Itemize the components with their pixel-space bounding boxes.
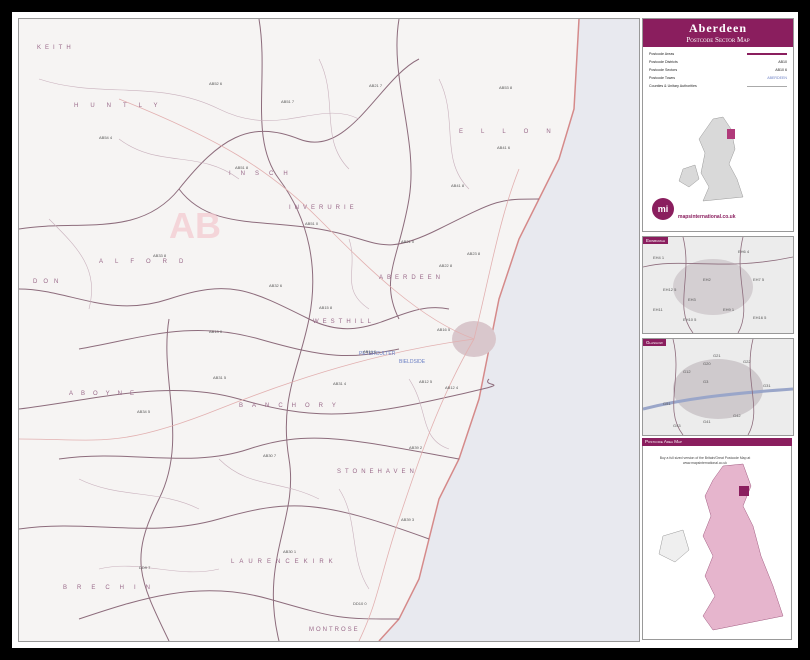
sector-label: AB15 8 bbox=[319, 305, 333, 310]
legend-swatch bbox=[747, 85, 787, 87]
sector-label: DD10 0 bbox=[353, 601, 367, 606]
region-don: DON bbox=[33, 279, 65, 285]
legend: Postcode Areas Postcode Districts AB10 Po… bbox=[643, 47, 793, 93]
inset-label: EH6 4 bbox=[738, 249, 750, 254]
area-map-promo: Buy a full sized version of the Britain/… bbox=[659, 456, 751, 465]
region-laurencekirk: LAURENCEKIRK bbox=[231, 559, 338, 565]
region-huntly: HUNTLY bbox=[74, 103, 170, 109]
region-keith: KEITH bbox=[37, 45, 75, 51]
legend-sample: AB10 bbox=[778, 60, 787, 64]
inset-label: G22 bbox=[743, 359, 751, 364]
inset-label: EH12 5 bbox=[663, 287, 677, 292]
legend-row: Postcode Towns ABERDEEN bbox=[649, 74, 787, 82]
legend-row: Postcode Sectors AB10 6 bbox=[649, 66, 787, 74]
sector-label: AB13 0 bbox=[209, 329, 223, 334]
inset-label: EH10 5 bbox=[683, 317, 697, 322]
sector-label: AB39 3 bbox=[401, 517, 415, 522]
legend-label: Postcode Towns bbox=[649, 76, 676, 80]
inset-label: G42 bbox=[733, 413, 741, 418]
inset-label: G3 bbox=[703, 379, 709, 384]
region-brechin: BRECHIN bbox=[63, 585, 161, 591]
sector-label: AB51 7 bbox=[281, 99, 295, 104]
sector-label: AB32 6 bbox=[269, 283, 283, 288]
sector-label: AB21 7 bbox=[369, 83, 383, 88]
legend-label: Postcode Districts bbox=[649, 60, 678, 64]
sector-label: AB23 8 bbox=[467, 251, 481, 256]
legend-label: Counties & Unitary Authorities bbox=[649, 84, 697, 88]
inset-edinburgh[interactable]: Edinburgh EH4 1 EH6 4 EH7 5 EH12 5 EH2 E… bbox=[642, 236, 794, 334]
region-ellon: ELLON bbox=[459, 129, 569, 135]
sector-label: AB16 5 bbox=[437, 327, 451, 332]
sector-label: AB30 1 bbox=[283, 549, 297, 554]
legend-swatch bbox=[747, 53, 787, 55]
town-bieldside: BIELDSIDE bbox=[399, 359, 426, 365]
inset-label: EH2 bbox=[703, 277, 711, 282]
inset-label: EH9 1 bbox=[723, 307, 735, 312]
main-map[interactable]: AB KEITH HUNTLY INSCH INVERURIE ELLON AL… bbox=[18, 18, 640, 642]
sector-label: AB53 8 bbox=[499, 85, 513, 90]
inset-label: G12 bbox=[683, 369, 691, 374]
region-montrose: MONTROSE bbox=[309, 627, 360, 633]
legend-label: Postcode Sectors bbox=[649, 68, 678, 72]
legend-sample: ABERDEEN bbox=[767, 76, 787, 80]
sector-label: AB12 5 bbox=[419, 379, 433, 384]
region-inverurie: INVERURIE bbox=[289, 205, 358, 211]
inset-label: EH4 1 bbox=[653, 255, 665, 260]
region-banchory: BANCHORY bbox=[239, 403, 345, 409]
legend-sample: AB10 6 bbox=[775, 68, 787, 72]
map-title: Aberdeen bbox=[689, 21, 747, 35]
legend-row: Postcode Districts AB10 bbox=[649, 58, 787, 66]
sector-label: AB51 8 bbox=[235, 165, 249, 170]
region-stonehaven: STONEHAVEN bbox=[337, 469, 418, 475]
inset-label: EH7 5 bbox=[753, 277, 765, 282]
uk-locator-map bbox=[678, 116, 744, 202]
legend-row: Counties & Unitary Authorities bbox=[649, 82, 787, 90]
legend-row: Postcode Areas bbox=[649, 50, 787, 58]
sector-label: AB31 5 bbox=[213, 375, 227, 380]
uk-postcode-area-map bbox=[658, 463, 784, 631]
sector-label: AB39 2 bbox=[409, 445, 423, 450]
inset-label: G51 bbox=[663, 401, 671, 406]
inset-label: G41 bbox=[703, 419, 711, 424]
area-map-title: Postcode Area Map bbox=[642, 438, 792, 446]
brand-name[interactable]: mapsinternational.co.uk bbox=[678, 214, 736, 220]
brand-logo[interactable]: mi bbox=[652, 198, 674, 220]
sector-label: AB31 4 bbox=[333, 381, 347, 386]
inset-label: EH11 bbox=[653, 307, 663, 312]
sector-label: AB34 5 bbox=[137, 409, 151, 414]
region-aboyne: ABOYNE bbox=[69, 391, 143, 397]
map-boundaries bbox=[19, 19, 639, 641]
inset-glasgow[interactable]: Glasgow G21 G22 G31 G3 G51 G42 G41 G43 G… bbox=[642, 338, 794, 436]
region-alford: ALFORD bbox=[99, 259, 196, 265]
inset-label: G21 bbox=[713, 353, 721, 358]
inset-edinburgh-map bbox=[643, 237, 793, 333]
sector-label: AB51 0 bbox=[305, 221, 319, 226]
sector-label: AB41 6 bbox=[497, 145, 511, 150]
inset-title: Glasgow bbox=[643, 339, 666, 346]
sector-label: AB12 4 bbox=[445, 385, 459, 390]
inset-label: G20 bbox=[703, 361, 711, 366]
region-insch: INSCH bbox=[229, 171, 298, 177]
area-map[interactable] bbox=[642, 446, 792, 640]
inset-label: EH3 bbox=[688, 297, 696, 302]
map-subtitle: Postcode Sector Map bbox=[686, 36, 750, 44]
inset-label: EH16 5 bbox=[753, 315, 767, 320]
sector-label: AB52 6 bbox=[209, 81, 223, 86]
sector-label: AB30 7 bbox=[263, 453, 277, 458]
title-band: Aberdeen Postcode Sector Map bbox=[643, 19, 793, 47]
legend-label: Postcode Areas bbox=[649, 52, 675, 56]
inset-label: G43 bbox=[673, 423, 681, 428]
sector-label: DD9 7 bbox=[139, 565, 151, 570]
inset-title: Edinburgh bbox=[643, 237, 669, 244]
sector-label: AB54 4 bbox=[99, 135, 113, 140]
sector-label: AB22 8 bbox=[439, 263, 453, 268]
sector-label: AB41 8 bbox=[451, 183, 465, 188]
sector-label: AB14 0 bbox=[363, 349, 377, 354]
area-code-label: AB bbox=[169, 205, 221, 246]
region-aberdeen: ABERDEEN bbox=[379, 275, 445, 281]
sector-label: AB21 0 bbox=[401, 239, 415, 244]
region-westhill: WESTHILL bbox=[313, 319, 376, 325]
inset-label: G31 bbox=[763, 383, 771, 388]
sector-label: AB33 8 bbox=[153, 253, 167, 258]
